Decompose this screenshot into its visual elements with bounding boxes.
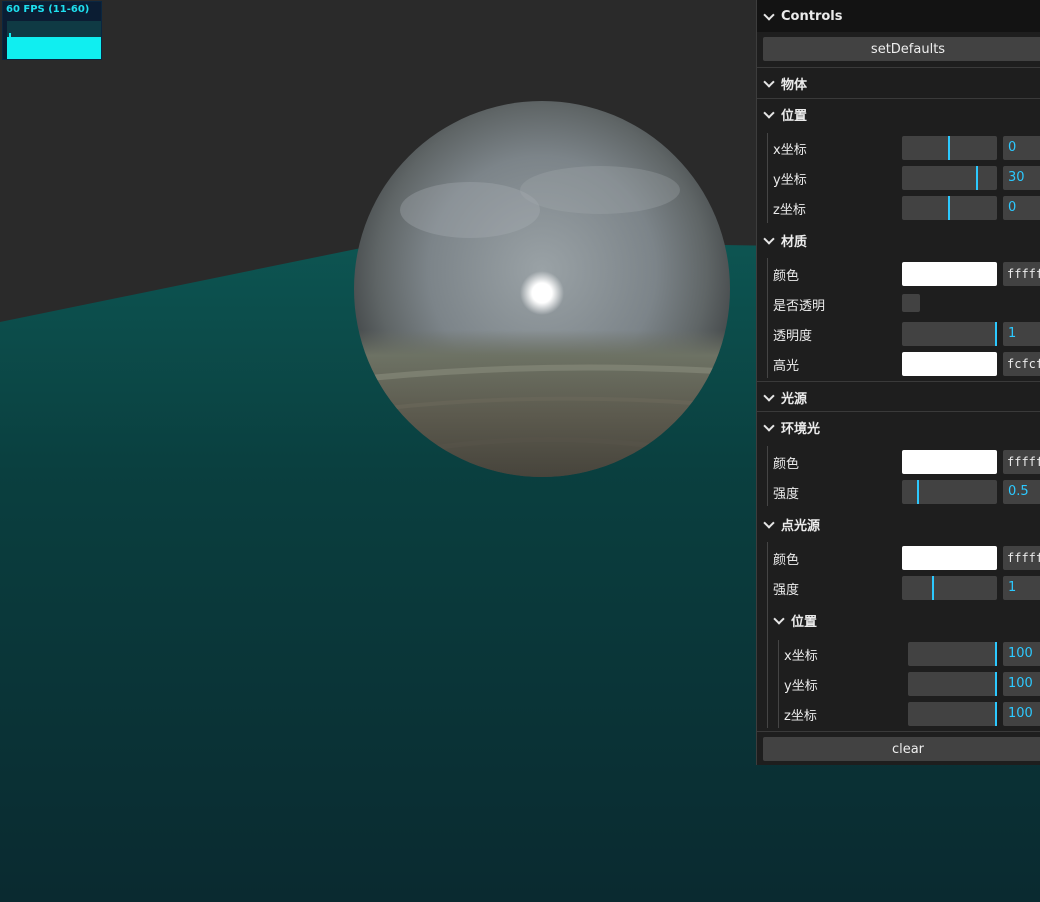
- slider-handle[interactable]: [976, 166, 978, 190]
- point-color-swatch[interactable]: [902, 546, 997, 570]
- controls-title: Controls: [781, 8, 843, 24]
- transparent-checkbox[interactable]: [902, 294, 920, 312]
- folder-point-position-title: 位置: [791, 614, 818, 630]
- fps-graph-dip: [9, 33, 11, 59]
- set-defaults-button[interactable]: setDefaults: [763, 37, 1040, 61]
- indent-guide: [767, 446, 768, 506]
- opacity-slider[interactable]: [902, 322, 997, 346]
- indent-guide: [778, 640, 779, 728]
- chevron-down-icon: [763, 8, 775, 21]
- divider: [757, 731, 1040, 732]
- chevron-down-icon: [763, 232, 775, 245]
- slider-handle[interactable]: [917, 480, 919, 504]
- chevron-down-icon: [763, 75, 775, 88]
- chevron-down-icon: [773, 612, 785, 625]
- folder-point-title: 点光源: [781, 518, 821, 534]
- material-color-label: 颜色: [773, 268, 800, 284]
- object-x-label: x坐标: [773, 142, 807, 158]
- ambient-intensity-slider[interactable]: [902, 480, 997, 504]
- controls-header[interactable]: Controls: [757, 0, 1040, 32]
- point-intensity-label: 强度: [773, 582, 800, 598]
- object-z-input[interactable]: 0: [1003, 196, 1040, 220]
- clear-button[interactable]: clear: [763, 737, 1040, 761]
- folder-point-light[interactable]: 点光源: [763, 509, 821, 539]
- fps-graph: [7, 21, 101, 59]
- folder-material-title: 材质: [781, 234, 808, 250]
- folder-light-title: 光源: [781, 391, 808, 407]
- slider-handle[interactable]: [995, 642, 997, 666]
- specular-label: 高光: [773, 358, 800, 374]
- point-color-input[interactable]: ffffff: [1003, 546, 1040, 570]
- specular-color-input[interactable]: fcfcfc: [1003, 352, 1040, 376]
- chevron-down-icon: [763, 389, 775, 402]
- material-color-swatch[interactable]: [902, 262, 997, 286]
- object-y-input[interactable]: 30: [1003, 166, 1040, 190]
- controls-panel[interactable]: Controls setDefaults 物体 位置 x坐标 0 y坐标 30 …: [756, 0, 1040, 765]
- object-z-label: z坐标: [773, 202, 806, 218]
- slider-handle[interactable]: [948, 136, 950, 160]
- object-z-slider[interactable]: [902, 196, 997, 220]
- material-color-input[interactable]: ffffff: [1003, 262, 1040, 286]
- chevron-down-icon: [763, 106, 775, 119]
- folder-object[interactable]: 物体: [763, 68, 808, 98]
- opacity-input[interactable]: 1: [1003, 322, 1040, 346]
- point-intensity-slider[interactable]: [902, 576, 997, 600]
- folder-object-title: 物体: [781, 77, 808, 93]
- folder-point-position[interactable]: 位置: [773, 605, 818, 635]
- slider-handle[interactable]: [948, 196, 950, 220]
- point-intensity-input[interactable]: 1: [1003, 576, 1040, 600]
- chevron-down-icon: [763, 419, 775, 432]
- folder-material[interactable]: 材质: [763, 225, 808, 255]
- point-z-label: z坐标: [784, 708, 817, 724]
- folder-object-position[interactable]: 位置: [763, 99, 808, 129]
- folder-ambient-title: 环境光: [781, 421, 821, 437]
- ambient-intensity-label: 强度: [773, 486, 800, 502]
- slider-handle[interactable]: [995, 672, 997, 696]
- object-x-slider[interactable]: [902, 136, 997, 160]
- point-x-slider[interactable]: [908, 642, 997, 666]
- slider-handle[interactable]: [932, 576, 934, 600]
- point-color-label: 颜色: [773, 552, 800, 568]
- point-z-input[interactable]: 100: [1003, 702, 1040, 726]
- chevron-down-icon: [763, 516, 775, 529]
- light-reflection: [520, 271, 564, 315]
- ambient-color-swatch[interactable]: [902, 450, 997, 474]
- point-y-label: y坐标: [784, 678, 818, 694]
- folder-ambient-light[interactable]: 环境光: [763, 412, 821, 442]
- object-y-label: y坐标: [773, 172, 807, 188]
- object-x-input[interactable]: 0: [1003, 136, 1040, 160]
- point-x-label: x坐标: [784, 648, 818, 664]
- point-y-input[interactable]: 100: [1003, 672, 1040, 696]
- ambient-intensity-input[interactable]: 0.5: [1003, 480, 1040, 504]
- indent-guide: [767, 542, 768, 728]
- slider-handle[interactable]: [995, 322, 997, 346]
- indent-guide: [767, 133, 768, 223]
- folder-light[interactable]: 光源: [763, 382, 808, 412]
- ambient-color-input[interactable]: ffffff: [1003, 450, 1040, 474]
- point-x-input[interactable]: 100: [1003, 642, 1040, 666]
- point-y-slider[interactable]: [908, 672, 997, 696]
- opacity-label: 透明度: [773, 328, 813, 344]
- object-y-slider[interactable]: [902, 166, 997, 190]
- ambient-color-label: 颜色: [773, 456, 800, 472]
- fps-label: 60 FPS (11-60): [6, 4, 90, 15]
- point-z-slider[interactable]: [908, 702, 997, 726]
- slider-handle[interactable]: [995, 702, 997, 726]
- fps-stats[interactable]: 60 FPS (11-60): [2, 1, 102, 60]
- indent-guide: [767, 258, 768, 378]
- folder-position-title: 位置: [781, 108, 808, 124]
- fps-graph-fill: [7, 37, 101, 59]
- transparent-label: 是否透明: [773, 298, 826, 314]
- specular-color-swatch[interactable]: [902, 352, 997, 376]
